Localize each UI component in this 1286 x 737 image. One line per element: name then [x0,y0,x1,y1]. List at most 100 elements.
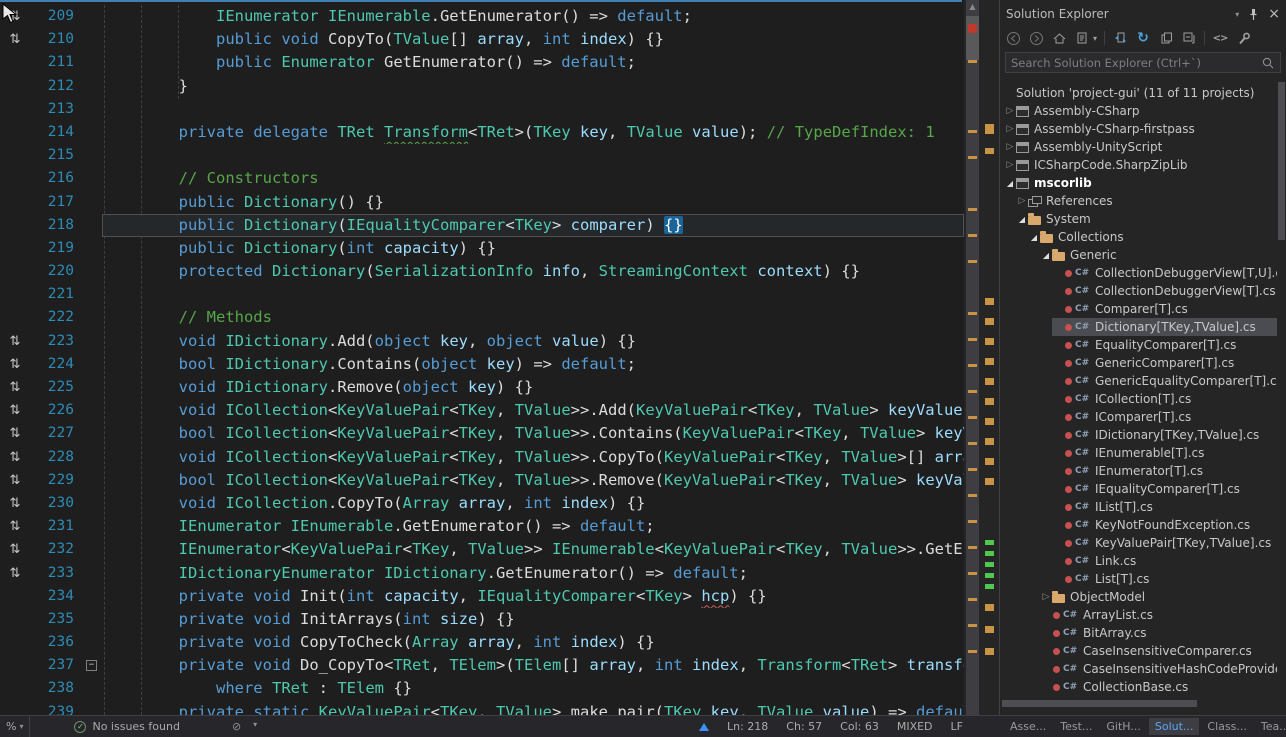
code-line[interactable]: 235 private void InitArrays(int size) {} [0,608,964,631]
panel-tab-asse[interactable]: Asse... [1004,718,1052,735]
tree-item[interactable]: ◢System [1000,210,1277,228]
tree-item[interactable]: C#CollectionBase.cs [1000,678,1277,696]
panel-tab-gith[interactable]: GitH... [1100,718,1146,735]
back-icon[interactable] [1005,30,1021,46]
tree-item[interactable]: C#BitArray.cs [1000,624,1277,642]
solution-tree[interactable]: Solution 'project-gui' (11 of 11 project… [1000,80,1277,697]
code-line[interactable]: ⇅231 IEnumerator IEnumerable.GetEnumerat… [0,515,964,538]
scrollbar-thumb[interactable] [1002,700,1197,707]
code-line[interactable]: ⇅227 bool ICollection<KeyValuePair<TKey,… [0,422,964,445]
code-line[interactable]: 239 private static KeyValuePair<TKey, TV… [0,701,964,715]
line-indicator[interactable]: Ln: 218 [727,720,768,733]
tree-item[interactable]: C#GenericEqualityComparer[T].cs [1000,372,1277,390]
collapsed-arrow-icon[interactable]: ▷ [1004,124,1016,134]
collapsed-arrow-icon[interactable]: ▷ [1004,106,1016,116]
expanded-arrow-icon[interactable]: ◢ [1016,215,1028,224]
tree-item[interactable]: C#IComparer[T].cs [1000,408,1277,426]
home-icon[interactable] [1051,30,1067,46]
tree-item[interactable]: C#Comparer[T].cs [1000,300,1277,318]
tree-item[interactable]: Solution 'project-gui' (11 of 11 project… [1000,84,1277,102]
scrollbar-thumb[interactable] [966,16,979,60]
panel-tab-tea[interactable]: Tea... [1255,718,1286,735]
properties-icon[interactable] [1235,30,1251,46]
collapsed-arrow-icon[interactable]: ▷ [1016,196,1028,206]
panel-tab-solut[interactable]: Solut... [1149,718,1200,735]
view-code-icon[interactable]: <> [1212,30,1228,46]
tree-item[interactable]: C#CaseInsensitiveHashCodeProvider.cs [1000,660,1277,678]
fold-collapse-icon[interactable]: − [86,660,97,671]
pin-icon[interactable] [1248,8,1259,21]
tree-item[interactable]: C#GenericComparer[T].cs [1000,354,1277,372]
tree-item[interactable]: ▷Assembly-UnityScript [1000,138,1277,156]
scroll-up-icon[interactable]: ▲ [966,2,979,11]
expanded-arrow-icon[interactable]: ◢ [1040,251,1052,260]
collapsed-arrow-icon[interactable]: ▷ [1004,160,1016,170]
tree-item[interactable]: ◢Generic [1000,246,1277,264]
tree-item[interactable]: ▷Assembly-CSharp-firstpass [1000,120,1277,138]
code-line[interactable]: 220 protected Dictionary(SerializationIn… [0,260,964,283]
forward-icon[interactable] [1028,30,1044,46]
tree-item[interactable]: C#IList[T].cs [1000,498,1277,516]
tree-item[interactable]: C#Dictionary[TKey,TValue].cs [1000,318,1277,336]
tree-item[interactable]: ◢mscorlib [1000,174,1277,192]
code-line[interactable]: 213 [0,98,964,121]
tree-item[interactable]: C#IDictionary[TKey,TValue].cs [1000,426,1277,444]
collapsed-arrow-icon[interactable]: ▷ [1040,592,1052,602]
encoding-indicator[interactable]: MIXED [897,720,933,733]
tree-item[interactable]: C#List[T].cs [1000,570,1277,588]
panel-tab-test[interactable]: Test... [1054,718,1098,735]
code-line[interactable]: 216 // Constructors [0,167,964,190]
search-input[interactable]: Search Solution Explorer (Ctrl+`) [1005,52,1281,73]
code-line[interactable]: ⇅233 IDictionaryEnumerator IDictionary.G… [0,562,964,585]
code-line[interactable]: 234 private void Init(int capacity, IEqu… [0,585,964,608]
tree-item[interactable]: ◢Collections [1000,228,1277,246]
scope-icon[interactable] [1074,30,1090,46]
panel-title-bar[interactable]: Solution Explorer ▾ × [1000,0,1286,25]
code-line[interactable]: ⇅232 IEnumerator<KeyValuePair<TKey, TVal… [0,538,964,561]
code-line[interactable]: 238 where TRet : TElem {} [0,677,964,700]
tree-item[interactable]: C#IEnumerator[T].cs [1000,462,1277,480]
window-position-icon[interactable]: ▾ [1235,10,1239,19]
collapsed-arrow-icon[interactable]: ▷ [1004,142,1016,152]
code-line[interactable]: 219 public Dictionary(int capacity) {} [0,237,964,260]
code-line[interactable]: 217 public Dictionary() {} [0,191,964,214]
code-line[interactable]: ⇅224 bool IDictionary.Contains(object ke… [0,353,964,376]
mute-notifications-icon[interactable]: ⊘ [232,720,241,733]
code-line[interactable]: 215 [0,144,964,167]
tree-item[interactable]: C#CollectionDebuggerView[T].cs [1000,282,1277,300]
tree-horizontal-scrollbar[interactable] [1002,699,1275,708]
editor-scrollbar[interactable]: ▲ [964,0,999,715]
status-alert-icon[interactable] [699,723,709,731]
code-line[interactable]: ⇅225 void IDictionary.Remove(object key)… [0,376,964,399]
tree-item[interactable]: ▷ObjectModel [1000,588,1277,606]
code-line[interactable]: 236 private void CopyToCheck(Array array… [0,631,964,654]
copy-icon[interactable] [1158,30,1174,46]
tree-item[interactable]: C#IEqualityComparer[T].cs [1000,480,1277,498]
expanded-arrow-icon[interactable]: ◢ [1028,233,1040,242]
code-line[interactable]: ⇅228 void ICollection<KeyValuePair<TKey,… [0,446,964,469]
tree-vertical-scrollbar[interactable] [1277,80,1286,697]
code-line[interactable]: ⇅223 void IDictionary.Add(object key, ob… [0,330,964,353]
tree-item[interactable]: C#KeyValuePair[TKey,TValue].cs [1000,534,1277,552]
code-line[interactable]: 221 [0,283,964,306]
tree-item[interactable]: C#KeyNotFoundException.cs [1000,516,1277,534]
tree-item[interactable]: ▷ICSharpCode.SharpZipLib [1000,156,1277,174]
editor-scrollbar-track[interactable]: ▲ [966,0,979,715]
tree-item[interactable]: C#IEnumerable[T].cs [1000,444,1277,462]
code-lines[interactable]: ⇅209 IEnumerator IEnumerable.GetEnumerat… [0,0,964,715]
chevron-down-icon[interactable]: ▾ [1093,34,1097,43]
tree-item[interactable]: C#Link.cs [1000,552,1277,570]
code-line[interactable]: ⇅230 void ICollection.CopyTo(Array array… [0,492,964,515]
code-line[interactable]: ⇅209 IEnumerator IEnumerable.GetEnumerat… [0,5,964,28]
code-line[interactable]: 211 public Enumerator GetEnumerator() =>… [0,51,964,74]
tree-item[interactable]: C#ArrayList.cs [1000,606,1277,624]
tree-item[interactable]: C#ICollection[T].cs [1000,390,1277,408]
code-line[interactable]: 214 private delegate TRet Transform<TRet… [0,121,964,144]
scrollbar-thumb[interactable] [1278,82,1285,240]
tree-item[interactable]: ▷References [1000,192,1277,210]
zoom-control[interactable]: % ▾ [0,720,29,733]
refresh-icon[interactable]: ↻ [1135,30,1151,46]
search-icon[interactable] [1261,56,1275,70]
tree-item[interactable]: ▷Assembly-CSharp [1000,102,1277,120]
tree-item[interactable]: C#CollectionDebuggerView[T,U].cs [1000,264,1277,282]
